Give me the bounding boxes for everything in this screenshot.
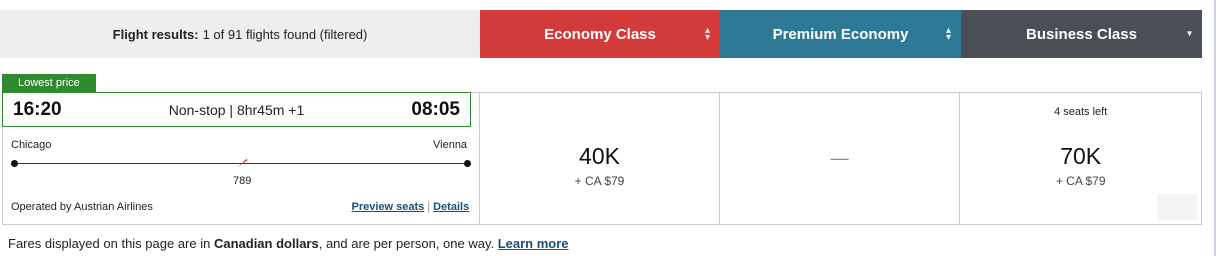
fare-currency-note: Fares displayed on this page are in Cana… — [8, 236, 569, 251]
preview-seats-link[interactable]: Preview seats — [351, 201, 424, 213]
origin-dot — [11, 160, 18, 167]
sort-arrows-icon: ▴ ▾ — [945, 25, 951, 43]
business-tax: + CA $79 — [1055, 174, 1106, 188]
departure-time: 16:20 — [13, 98, 62, 120]
fare-business[interactable]: 4 seats left 70K + CA $79 — [960, 93, 1201, 224]
economy-miles: 40K — [579, 143, 620, 169]
overlay-shadow — [1156, 194, 1197, 220]
airline-logo-icon — [238, 159, 248, 167]
details-link[interactable]: Details — [433, 201, 469, 213]
destination-dot — [464, 160, 471, 167]
lowest-price-badge: Lowest price — [2, 74, 96, 92]
fare-premium-economy: — — [720, 93, 961, 224]
note-currency: Canadian dollars — [213, 236, 319, 251]
fare-economy[interactable]: 40K + CA $79 — [480, 93, 720, 224]
business-miles: 70K — [1060, 143, 1102, 169]
tab-premium-economy[interactable]: Premium Economy ▴ ▾ — [720, 10, 961, 58]
origin-city: Chicago — [11, 139, 52, 151]
tab-premium-label: Premium Economy — [772, 25, 909, 43]
note-text-2: , and are per person, one way. — [318, 236, 498, 251]
tab-economy-label: Economy Class — [544, 25, 656, 43]
results-summary: Flight results: 1 of 91 flights found (f… — [0, 10, 480, 58]
tab-business-label: Business Class — [1026, 25, 1137, 43]
flight-links: Preview seats | Details — [351, 201, 469, 213]
economy-tax: + CA $79 — [574, 174, 625, 188]
flight-result-row: 16:20 Non-stop | 8hr45m +1 08:05 Chicago… — [2, 92, 1202, 225]
results-count: 1 of 91 flights found (filtered) — [202, 26, 368, 42]
route-line — [11, 157, 471, 169]
seats-left-note: 4 seats left — [1054, 106, 1108, 118]
note-text-1: Fares displayed on this page are in — [8, 236, 214, 251]
flight-times-bar: 16:20 Non-stop | 8hr45m +1 08:05 — [2, 92, 471, 127]
arrival-time: 08:05 — [411, 98, 460, 120]
premium-unavailable: — — [830, 148, 849, 168]
results-label: Flight results: — [112, 26, 199, 42]
flight-info: 16:20 Non-stop | 8hr45m +1 08:05 Chicago… — [2, 92, 481, 224]
fare-header-row: Flight results: 1 of 91 flights found (f… — [0, 10, 1202, 58]
operated-by: Operated by Austrian Airlines — [11, 201, 153, 213]
aircraft-type: 789 — [233, 175, 252, 187]
flight-summary: Non-stop | 8hr45m +1 — [168, 101, 305, 118]
sort-arrows-icon: ▴ ▾ — [704, 25, 710, 43]
link-separator: | — [427, 201, 431, 213]
learn-more-link[interactable]: Learn more — [498, 236, 569, 251]
tab-business-class[interactable]: Business Class ▾ — [961, 10, 1202, 58]
destination-city: Vienna — [433, 139, 468, 151]
tab-economy-class[interactable]: Economy Class ▴ ▾ — [480, 10, 720, 58]
chevron-down-icon: ▾ — [1186, 28, 1192, 40]
